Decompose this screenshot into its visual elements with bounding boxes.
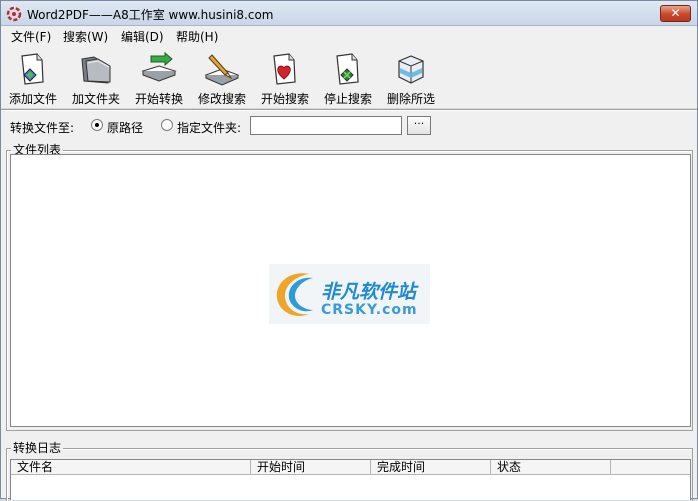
edit-search-label: 修改搜索 <box>197 92 246 106</box>
stop-search-button[interactable]: 停止搜索 <box>317 49 379 107</box>
edit-search-button[interactable]: 修改搜索 <box>191 49 253 107</box>
add-folder-icon <box>81 56 111 84</box>
watermark-logo: 非凡软件站 CRSKY.com <box>269 264 430 324</box>
add-file-label: 添加文件 <box>8 92 57 106</box>
menu-help[interactable]: 帮助(H) <box>176 28 218 45</box>
start-search-icon <box>273 53 296 85</box>
log-table[interactable]: 文件名 开始时间 完成时间 状态 <box>10 459 691 500</box>
stop-search-icon <box>336 53 359 85</box>
delete-selected-label: 删除所选 <box>386 92 435 106</box>
convert-to-label: 转换文件至: <box>10 121 75 135</box>
watermark-subtitle: CRSKY.com <box>321 302 418 318</box>
menu-bar: 文件(F) 搜索(W) 编辑(D) 帮助(H) <box>1 26 697 45</box>
column-status[interactable]: 状态 <box>491 460 611 475</box>
folder-path-input[interactable] <box>250 116 402 135</box>
delete-selected-icon <box>398 55 424 84</box>
main-window: Word2PDF——A8工作室 www.husini8.com ✕ 文件(F) … <box>0 0 698 501</box>
title-bar[interactable]: Word2PDF——A8工作室 www.husini8.com ✕ <box>1 1 697 26</box>
add-file-icon <box>21 53 44 85</box>
edit-search-icon <box>204 54 240 86</box>
close-button[interactable]: ✕ <box>660 5 691 22</box>
log-header: 文件名 开始时间 完成时间 状态 <box>11 460 690 475</box>
menu-edit[interactable]: 编辑(D) <box>121 28 164 45</box>
original-path-label[interactable]: 原路径 <box>107 119 143 136</box>
add-file-button[interactable]: 添加文件 <box>2 49 64 107</box>
start-search-button[interactable]: 开始搜索 <box>254 49 316 107</box>
toolbar-divider <box>1 109 697 111</box>
start-convert-label: 开始转换 <box>134 92 183 106</box>
toolbar: 添加文件 加文件夹 开始转换 修改搜索 开始搜索 停止搜索 删除所选 <box>1 46 697 109</box>
start-search-label: 开始搜索 <box>260 92 309 106</box>
start-convert-icon <box>141 51 177 82</box>
crsky-logo-icon <box>276 273 313 317</box>
menu-search[interactable]: 搜索(W) <box>63 28 108 45</box>
start-convert-button[interactable]: 开始转换 <box>128 49 190 107</box>
log-title: 转换日志 <box>11 441 64 455</box>
app-icon <box>6 6 22 22</box>
column-finish-time[interactable]: 完成时间 <box>371 460 491 475</box>
specified-folder-radio[interactable] <box>161 119 173 131</box>
column-filename[interactable]: 文件名 <box>11 460 251 475</box>
add-folder-label: 加文件夹 <box>71 92 120 106</box>
column-start-time[interactable]: 开始时间 <box>251 460 371 475</box>
watermark-title: 非凡软件站 <box>321 281 417 303</box>
delete-selected-button[interactable]: 删除所选 <box>380 49 442 107</box>
specified-folder-label[interactable]: 指定文件夹: <box>177 119 241 136</box>
original-path-radio[interactable] <box>91 119 103 131</box>
browse-button[interactable]: ··· <box>407 116 431 135</box>
window-title: Word2PDF——A8工作室 www.husini8.com <box>27 8 274 22</box>
menu-file[interactable]: 文件(F) <box>11 28 51 45</box>
add-folder-button[interactable]: 加文件夹 <box>65 49 127 107</box>
stop-search-label: 停止搜索 <box>323 92 372 106</box>
